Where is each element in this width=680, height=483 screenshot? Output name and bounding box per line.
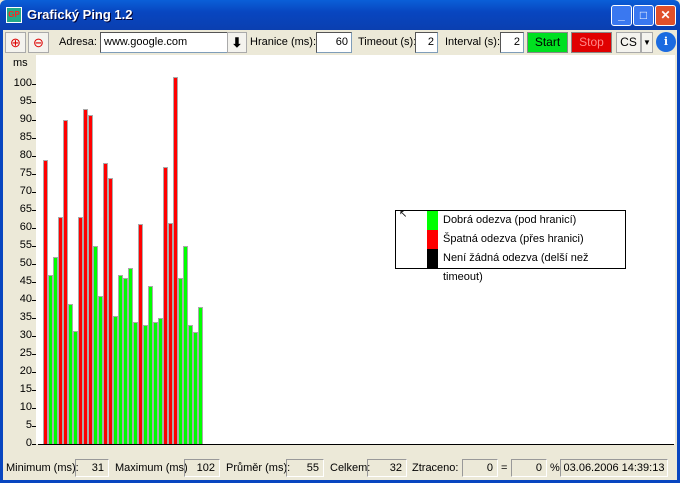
y-tick-mark — [32, 372, 36, 373]
x-axis — [38, 444, 674, 445]
y-tick-label: 0 — [25, 437, 32, 449]
y-tick-label: 45 — [19, 275, 32, 287]
y-tick-label: 90 — [19, 113, 32, 125]
y-tick-label: 60 — [19, 221, 32, 233]
total-value: 32 — [367, 459, 407, 477]
y-tick-label: 15 — [19, 383, 32, 395]
y-tick-label: 30 — [19, 329, 32, 341]
legend-good: Dobrá odezva (pod hranicí) — [443, 214, 577, 226]
y-tick-label: 85 — [19, 131, 32, 143]
y-tick-mark — [32, 192, 36, 193]
interval-label: Interval (s): — [445, 36, 501, 48]
y-tick-mark — [32, 300, 36, 301]
limit-label: Hranice (ms): — [250, 36, 317, 48]
y-tick-label: 55 — [19, 239, 32, 251]
ping-bar — [198, 307, 203, 444]
lost-label: Ztraceno: — [412, 462, 459, 474]
address-label: Adresa: — [59, 36, 97, 48]
y-tick-mark — [32, 102, 36, 103]
avg-label: Průměr (ms): — [226, 462, 291, 474]
percent-sign: % — [550, 462, 560, 474]
y-tick-mark — [32, 228, 36, 229]
avg-value: 55 — [286, 459, 324, 477]
legend-swatch-bad — [427, 230, 438, 249]
min-label: Minimum (ms): — [6, 462, 79, 474]
address-dropdown-button[interactable]: ⬇ — [227, 32, 247, 53]
legend-none: Není žádná odezva (delší než timeout) — [443, 252, 589, 283]
close-button[interactable]: ✕ — [655, 5, 676, 26]
status-bar: Minimum (ms): 31 Maximum (ms) 102 Průměr… — [3, 456, 677, 480]
y-tick-label: 100 — [13, 77, 32, 89]
equals-sign: = — [501, 462, 508, 474]
start-button[interactable]: Start — [527, 32, 568, 53]
y-tick-mark — [32, 354, 36, 355]
y-tick-label: 50 — [19, 257, 32, 269]
y-axis-label: ms — [13, 57, 28, 69]
app-icon: GP — [6, 7, 22, 23]
stop-button[interactable]: Stop — [571, 32, 612, 53]
timeout-label: Timeout (s): — [358, 36, 417, 48]
y-tick-mark — [32, 408, 36, 409]
y-tick-label: 40 — [19, 293, 32, 305]
y-tick-label: 35 — [19, 311, 32, 323]
y-tick-mark — [32, 390, 36, 391]
y-tick-label: 80 — [19, 149, 32, 161]
y-tick-label: 10 — [19, 401, 32, 413]
y-tick-label: 25 — [19, 347, 32, 359]
lost-percent-value: 0 — [511, 459, 547, 477]
y-tick-mark — [32, 264, 36, 265]
interval-input[interactable]: 2 — [500, 32, 524, 53]
toolbar: ⊕ ⊖ Adresa: www.google.com ⬇ Hranice (ms… — [3, 30, 677, 55]
language-select[interactable]: CS — [616, 32, 641, 53]
y-tick-mark — [32, 282, 36, 283]
minimize-button[interactable]: _ — [611, 5, 632, 26]
title-bar: GP Grafický Ping 1.2 _ □ ✕ — [0, 0, 680, 30]
min-value: 31 — [75, 459, 109, 477]
y-tick-label: 95 — [19, 95, 32, 107]
y-tick-label: 5 — [25, 419, 32, 431]
legend-arrow-icon: ↖ — [399, 209, 408, 220]
y-tick-mark — [32, 84, 36, 85]
ping-chart: ms ↖ Dobrá odezva (pod hranicí) Špatná o… — [3, 55, 677, 453]
window-title: Grafický Ping 1.2 — [27, 7, 133, 22]
y-tick-label: 75 — [19, 167, 32, 179]
y-tick-mark — [32, 174, 36, 175]
info-icon[interactable]: i — [656, 32, 676, 52]
legend: ↖ Dobrá odezva (pod hranicí) Špatná odez… — [395, 209, 626, 283]
y-tick-mark — [32, 156, 36, 157]
legend-bad: Špatná odezva (přes hranici) — [443, 233, 584, 245]
max-label: Maximum (ms) — [115, 462, 188, 474]
address-input[interactable]: www.google.com — [100, 32, 228, 53]
lost-value: 0 — [462, 459, 498, 477]
y-tick-mark — [32, 120, 36, 121]
limit-input[interactable]: 60 — [316, 32, 352, 53]
zoom-out-icon[interactable]: ⊖ — [28, 32, 49, 53]
y-tick-label: 70 — [19, 185, 32, 197]
language-dropdown-icon[interactable]: ▼ — [641, 32, 653, 53]
timeout-input[interactable]: 2 — [415, 32, 438, 53]
y-tick-mark — [32, 336, 36, 337]
datetime: 03.06.2006 14:39:13 — [560, 459, 668, 477]
y-tick-mark — [32, 444, 36, 445]
y-tick-label: 20 — [19, 365, 32, 377]
zoom-in-icon[interactable]: ⊕ — [5, 32, 26, 53]
maximize-button[interactable]: □ — [633, 5, 654, 26]
total-label: Celkem: — [330, 462, 371, 474]
max-value: 102 — [184, 459, 220, 477]
y-tick-mark — [32, 318, 36, 319]
y-tick-mark — [32, 426, 36, 427]
y-tick-mark — [32, 210, 36, 211]
y-tick-mark — [32, 138, 36, 139]
y-tick-label: 65 — [19, 203, 32, 215]
legend-swatch-good — [427, 211, 438, 230]
y-tick-mark — [32, 246, 36, 247]
legend-swatch-none — [427, 249, 438, 268]
